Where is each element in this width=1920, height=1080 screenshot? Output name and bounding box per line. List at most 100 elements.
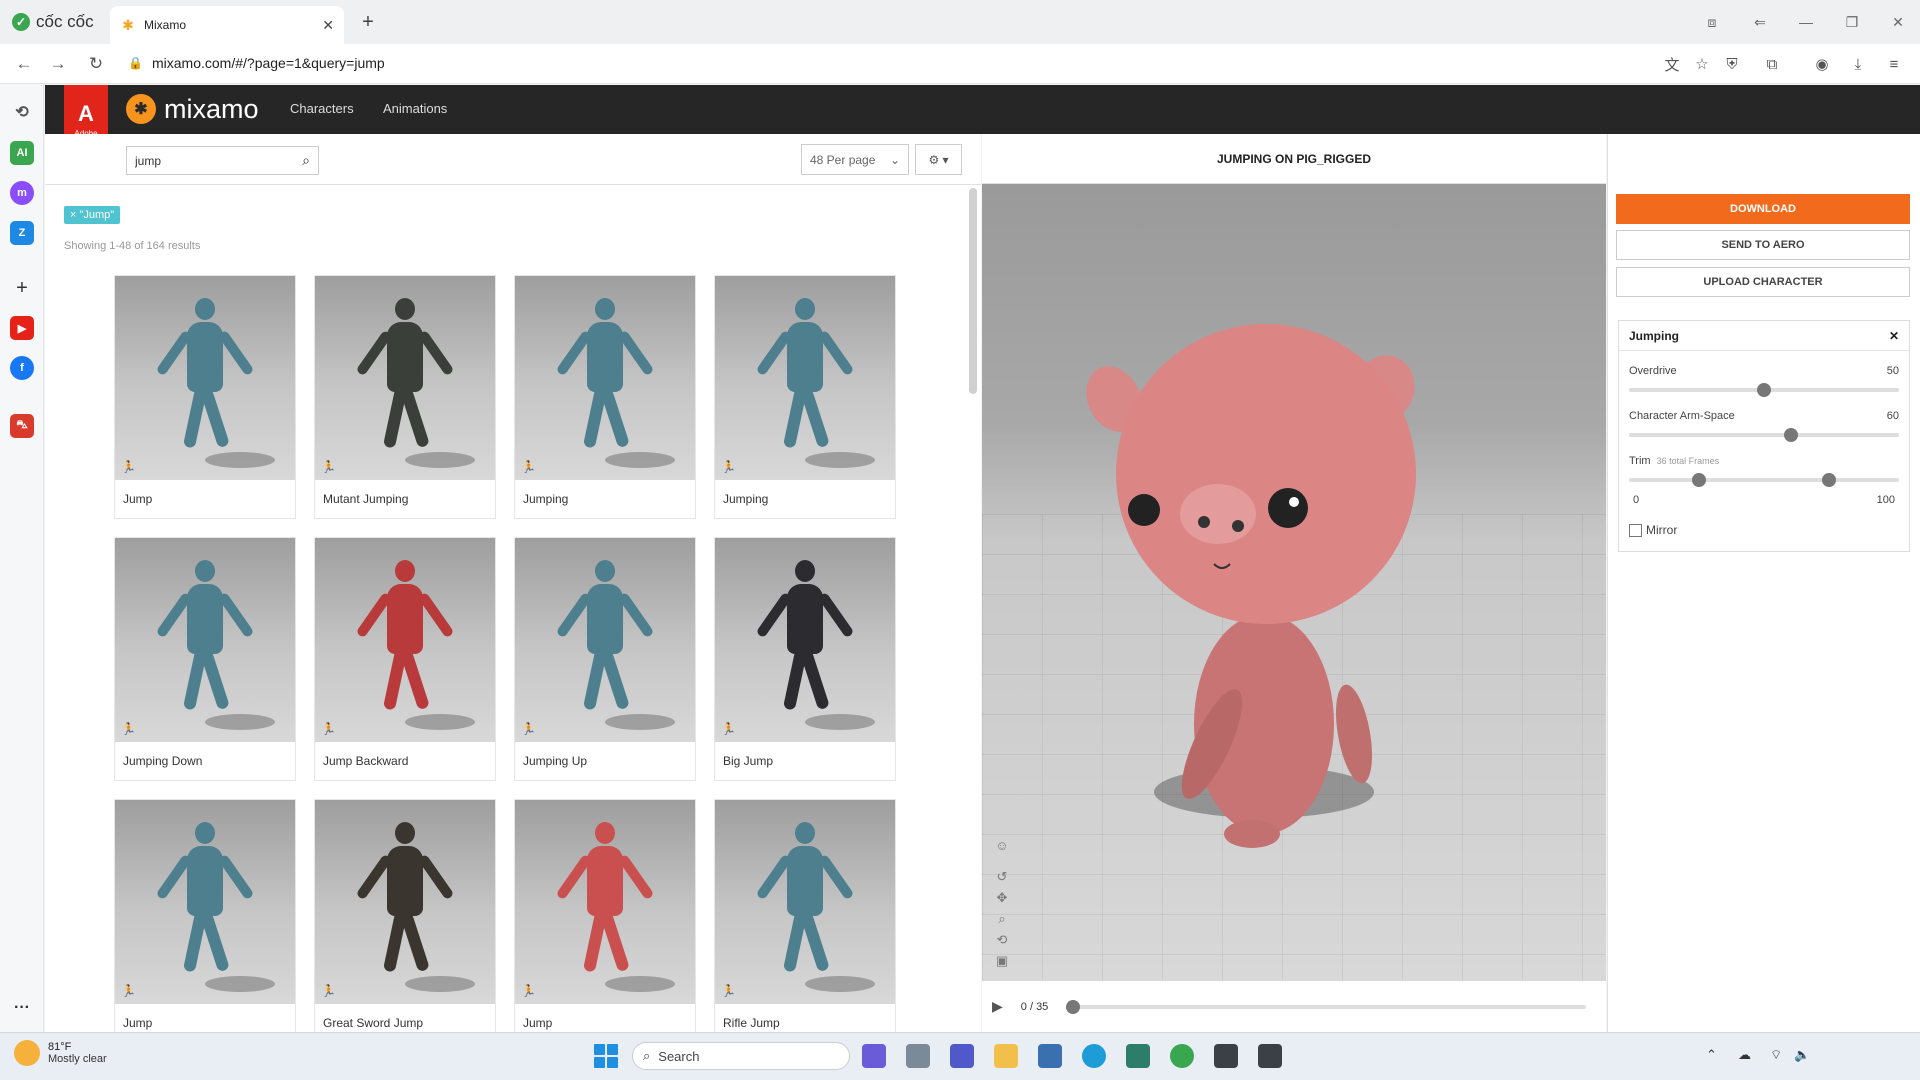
- trim-slider[interactable]: [1629, 473, 1899, 487]
- extensions-icon[interactable]: ⧉: [1760, 52, 1784, 76]
- edge-icon[interactable]: [1082, 1044, 1106, 1068]
- reset-character-icon[interactable]: ☺: [992, 836, 1012, 854]
- pan-icon[interactable]: ✥: [992, 889, 1012, 907]
- animation-card[interactable]: 🏃 Jump: [515, 800, 695, 1042]
- overdrive-slider[interactable]: [1629, 383, 1899, 397]
- onedrive-icon[interactable]: ☁: [1738, 1047, 1751, 1063]
- trim-min: 0: [1633, 494, 1640, 506]
- armspace-slider[interactable]: [1629, 428, 1899, 442]
- minimize-icon[interactable]: —: [1792, 10, 1820, 34]
- menu-icon[interactable]: ≡: [1882, 52, 1906, 76]
- close-tab-icon[interactable]: ✕: [322, 17, 334, 34]
- zalo-icon[interactable]: Z: [10, 221, 34, 245]
- store-icon[interactable]: [1038, 1044, 1062, 1068]
- character-figure: [555, 560, 655, 720]
- search-input[interactable]: [135, 153, 303, 168]
- taskbar-search[interactable]: ⌕ Search: [632, 1042, 850, 1070]
- trim-start-knob[interactable]: [1692, 473, 1707, 487]
- reset-view-icon[interactable]: ⟲: [992, 931, 1012, 949]
- download-icon[interactable]: ⤓: [1846, 52, 1870, 76]
- screenshot-icon[interactable]: ⧈: [1698, 10, 1726, 34]
- close-window-icon[interactable]: ✕: [1884, 10, 1912, 34]
- task-view-icon[interactable]: [906, 1044, 930, 1068]
- play-icon[interactable]: ▶: [992, 998, 1003, 1015]
- animation-thumbnail: 🏃: [115, 538, 295, 742]
- address-bar[interactable]: mixamo.com/#/?page=1&query=jump: [152, 55, 385, 71]
- animation-card[interactable]: 🏃 Jumping: [715, 276, 895, 518]
- more-icon[interactable]: ···: [10, 996, 34, 1020]
- nav-animations[interactable]: Animations: [383, 101, 447, 116]
- animation-card[interactable]: 🏃 Jump Backward: [315, 538, 495, 780]
- overdrive-knob[interactable]: [1757, 383, 1771, 397]
- filter-tag[interactable]: × "Jump": [64, 206, 121, 224]
- shield-icon[interactable]: ⛨: [1720, 52, 1744, 76]
- translate-icon[interactable]: 文: [1660, 52, 1684, 76]
- tab-mixamo[interactable]: ✱ Mixamo ✕: [110, 6, 344, 44]
- character-figure: [755, 560, 855, 720]
- star-icon[interactable]: ☆: [1690, 52, 1714, 76]
- rotate-icon[interactable]: ↺: [992, 868, 1012, 886]
- add-sidebar-icon[interactable]: +: [10, 276, 34, 300]
- mirror-option[interactable]: Mirror: [1629, 523, 1677, 537]
- trim-frames: 36 total Frames: [1656, 456, 1720, 466]
- file-explorer-icon[interactable]: [994, 1044, 1018, 1068]
- coccoc-taskbar-icon[interactable]: [1170, 1044, 1194, 1068]
- new-tab-button[interactable]: +: [356, 10, 380, 34]
- profile-icon[interactable]: ◉: [1810, 52, 1834, 76]
- tray-chevron-icon[interactable]: ⌃: [1706, 1047, 1717, 1063]
- close-icon[interactable]: ✕: [1889, 329, 1899, 343]
- weather-widget[interactable]: 81°F Mostly clear: [14, 1040, 107, 1066]
- ai-icon[interactable]: AI: [10, 141, 34, 165]
- search-icon[interactable]: ⌕: [302, 152, 310, 169]
- animation-card[interactable]: 🏃 Jump: [115, 276, 295, 518]
- animation-card[interactable]: 🏃 Big Jump: [715, 538, 895, 780]
- animation-card[interactable]: 🏃 Jump: [115, 800, 295, 1042]
- back-icon[interactable]: ←: [12, 52, 36, 76]
- armspace-knob[interactable]: [1784, 428, 1798, 442]
- nav-characters[interactable]: Characters: [290, 101, 354, 116]
- teams-icon[interactable]: [950, 1044, 974, 1068]
- results-scrollbar[interactable]: [969, 188, 977, 394]
- animation-card[interactable]: 🏃 Jumping Down: [115, 538, 295, 780]
- browser-brand[interactable]: ✓ cốc cốc: [12, 11, 94, 33]
- animation-card[interactable]: 🏃 Rifle Jump: [715, 800, 895, 1032]
- maya-icon[interactable]: [1126, 1044, 1150, 1068]
- search-field[interactable]: ⌕: [126, 146, 319, 175]
- zoom-icon[interactable]: ⌕: [992, 910, 1012, 928]
- mirror-checkbox[interactable]: [1629, 523, 1642, 537]
- mixamo-logo[interactable]: ✱ mixamo: [126, 93, 259, 125]
- upload-character-button[interactable]: UPLOAD CHARACTER: [1616, 267, 1910, 297]
- camera-icon[interactable]: ▣: [992, 952, 1012, 970]
- copilot-icon[interactable]: [862, 1044, 886, 1068]
- reload-icon[interactable]: ↻: [84, 52, 108, 76]
- character-figure: [355, 560, 455, 720]
- settings-dropdown[interactable]: ⚙ ▾: [915, 144, 962, 175]
- timeline-track[interactable]: [1066, 999, 1586, 1014]
- animation-card[interactable]: 🏃 Jumping Up: [515, 538, 695, 780]
- shopping-icon[interactable]: ⛍: [10, 414, 34, 438]
- volume-icon[interactable]: 🔈: [1794, 1047, 1810, 1063]
- forward-icon[interactable]: →: [46, 52, 70, 76]
- wifi-icon[interactable]: ⌔: [1770, 1047, 1782, 1063]
- download-button[interactable]: DOWNLOAD: [1616, 194, 1910, 224]
- send-to-aero-button[interactable]: SEND TO AERO: [1616, 230, 1910, 260]
- blender-icon[interactable]: [1214, 1044, 1238, 1068]
- trim-end-knob[interactable]: [1821, 473, 1836, 487]
- settings-title: Jumping: [1629, 328, 1679, 343]
- animation-card[interactable]: 🏃 Mutant Jumping: [315, 276, 495, 518]
- animation-card[interactable]: 🏃 Jumping: [515, 276, 695, 518]
- windows-start-icon[interactable]: [594, 1044, 618, 1068]
- per-page-select[interactable]: 48 Per page ⌄: [801, 144, 909, 175]
- youtube-icon[interactable]: ▶: [10, 316, 34, 340]
- unity-icon[interactable]: [1258, 1044, 1282, 1068]
- animation-card[interactable]: 🏃 Great Sword Jump: [315, 800, 495, 1042]
- messenger-icon[interactable]: m: [10, 181, 34, 205]
- timeline-knob[interactable]: [1066, 999, 1081, 1014]
- lock-icon[interactable]: 🔒: [128, 56, 143, 70]
- armspace-label: Character Arm-Space: [1629, 410, 1735, 422]
- back-tabs-icon[interactable]: ⇐: [1746, 10, 1774, 34]
- history-icon[interactable]: ⟲: [10, 100, 34, 124]
- facebook-icon[interactable]: f: [10, 356, 34, 380]
- 3d-viewport[interactable]: [982, 184, 1606, 981]
- restore-icon[interactable]: ❐: [1838, 10, 1866, 34]
